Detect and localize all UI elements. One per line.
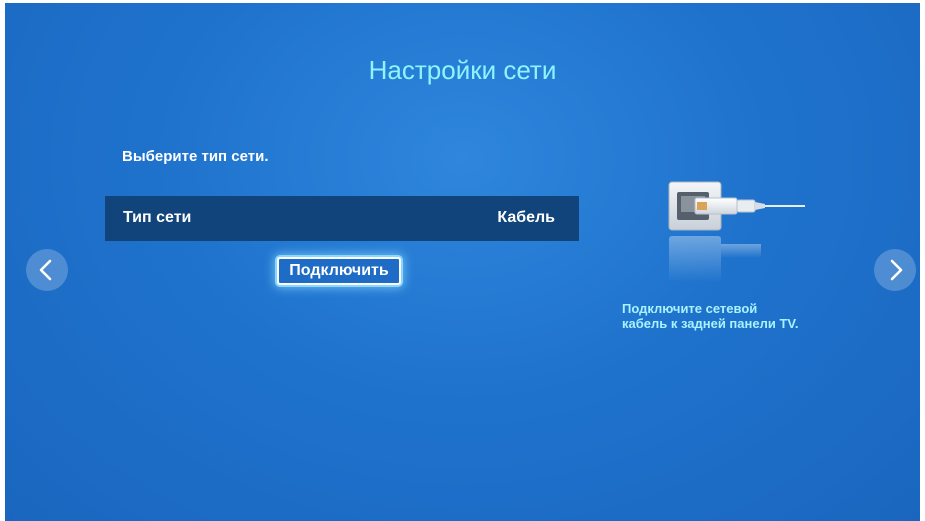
hint-line: кабель к задней панели TV.	[622, 316, 799, 331]
chevron-left-icon	[39, 259, 52, 281]
chevron-right-icon	[890, 259, 903, 281]
prev-page-button[interactable]	[26, 249, 68, 291]
next-page-button[interactable]	[874, 249, 916, 291]
network-type-prompt: Выберите тип сети.	[122, 148, 269, 165]
hint-line: Подключите сетевой	[622, 301, 758, 316]
connect-button[interactable]: Подключить	[277, 257, 401, 285]
network-type-label: Тип сети	[123, 209, 192, 226]
network-type-value: Кабель	[497, 209, 555, 226]
network-cable-icon	[657, 178, 807, 288]
network-type-row[interactable]: Тип сети Кабель	[105, 196, 579, 241]
connect-cable-hint: Подключите сетевой кабель к задней панел…	[622, 301, 882, 331]
page-title: Настройки сети	[368, 55, 557, 85]
network-settings-screen: Настройки сети Выберите тип сети. Тип се…	[5, 3, 920, 521]
